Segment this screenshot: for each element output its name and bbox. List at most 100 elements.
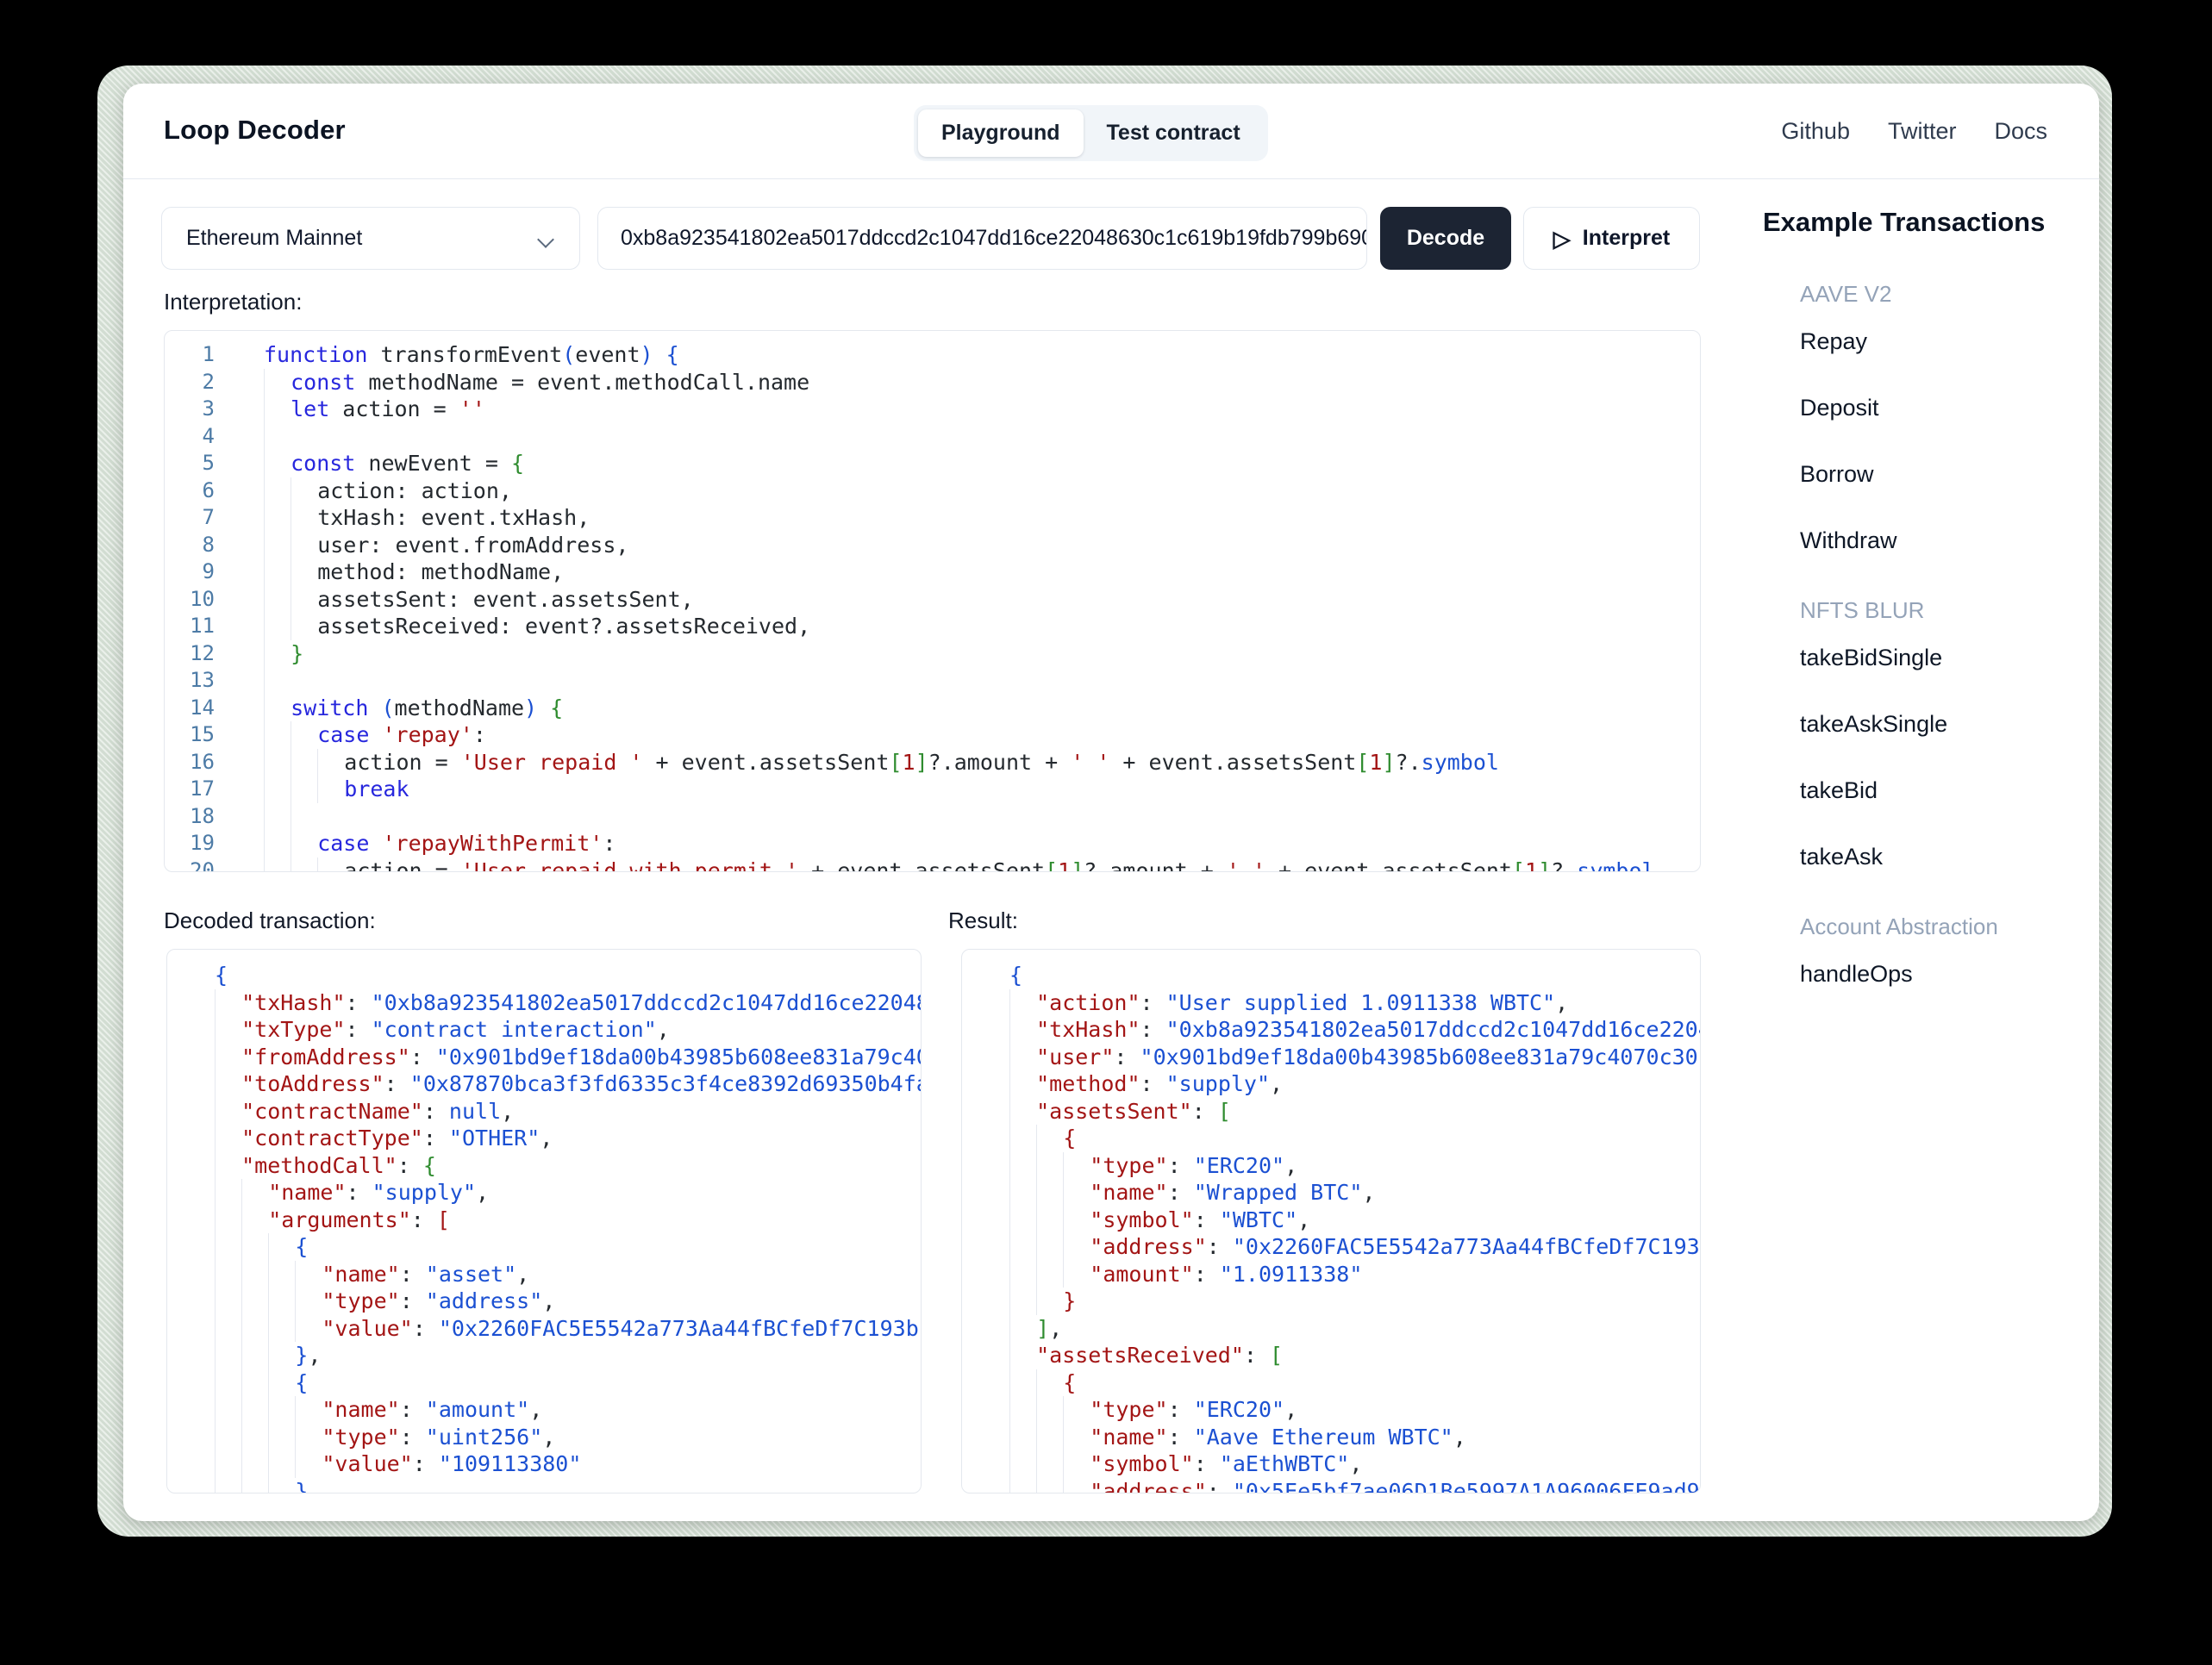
line-number: 16 <box>190 749 215 774</box>
mode-tabs: Playground Test contract <box>914 105 1268 161</box>
json-line: { <box>167 1369 921 1396</box>
json-line: "symbol": "WBTC", <box>962 1206 1700 1233</box>
app-title: Loop Decoder <box>164 115 346 145</box>
json-line: "assetsSent": [ <box>962 1097 1700 1125</box>
line-number: 20 <box>190 857 215 872</box>
json-line: "action": "User supplied 1.0911338 WBTC"… <box>962 988 1700 1016</box>
json-line: "txHash": "0xb8a923541802ea5017ddccd2c10… <box>167 988 921 1016</box>
code-line: 17 break <box>165 776 1700 803</box>
json-line: "name": "asset", <box>167 1260 921 1288</box>
tab-playground[interactable]: Playground <box>918 109 1084 157</box>
code-line: 11 assetsReceived: event?.assetsReceived… <box>165 613 1700 640</box>
interpretation-code-lines: 1 function transformEvent(event) {2 const… <box>165 331 1700 871</box>
nav-link-github[interactable]: Github <box>1781 118 1850 145</box>
json-line: "fromAddress": "0x901bd9ef18da00b43985b6… <box>167 1043 921 1070</box>
nav-link-docs[interactable]: Docs <box>1994 118 2047 145</box>
code-line: 18 <box>165 802 1700 830</box>
json-line: "toAddress": "0x87870bca3f3fd6335c3f4ce8… <box>167 1070 921 1098</box>
code-line: 16 action = 'User repaid ' + event.asset… <box>165 748 1700 776</box>
tab-test-contract[interactable]: Test contract <box>1084 109 1264 157</box>
line-number: 13 <box>190 668 215 692</box>
chevron-down-icon <box>538 230 555 247</box>
code-line: 3 let action = '' <box>165 396 1700 423</box>
json-line: { <box>167 1233 921 1261</box>
decoded-transaction-panel[interactable]: { "txHash": "0xb8a923541802ea5017ddccd2c… <box>166 949 922 1494</box>
line-number: 15 <box>190 722 215 746</box>
line-number: 5 <box>202 451 215 475</box>
network-select[interactable]: Ethereum Mainnet <box>161 207 580 270</box>
json-line: "txHash": "0xb8a923541802ea5017ddccd2c10… <box>962 1016 1700 1044</box>
line-number: 10 <box>190 586 215 611</box>
sidebar-item-takebidsingle[interactable]: takeBidSingle <box>1800 645 2090 671</box>
code-line: 2 const methodName = event.methodCall.na… <box>165 368 1700 396</box>
code-line: 19 case 'repayWithPermit': <box>165 830 1700 857</box>
sidebar-title: Example Transactions <box>1763 207 2046 237</box>
decoded-transaction-lines: { "txHash": "0xb8a923541802ea5017ddccd2c… <box>167 950 921 1493</box>
app-header: Loop Decoder Playground Test contract Git… <box>123 84 2099 179</box>
json-line: { <box>962 1125 1700 1152</box>
line-number: 18 <box>190 803 215 828</box>
json-line: "assetsReceived": [ <box>962 1342 1700 1369</box>
json-line: "name": "Wrapped BTC", <box>962 1179 1700 1207</box>
line-number: 14 <box>190 695 215 720</box>
json-line: "address": "0x5Ee5bf7ae06D1Be5997A1A9600… <box>962 1477 1700 1493</box>
code-line: 14 switch (methodName) { <box>165 694 1700 721</box>
decode-button[interactable]: Decode <box>1380 207 1511 270</box>
sidebar-item-withdraw[interactable]: Withdraw <box>1800 527 2090 554</box>
code-line: 8 user: event.fromAddress, <box>165 531 1700 558</box>
sidebar-item-takebid[interactable]: takeBid <box>1800 777 2090 804</box>
sidebar-item-takeasksingle[interactable]: takeAskSingle <box>1800 711 2090 738</box>
json-line: "contractType": "OTHER", <box>167 1125 921 1152</box>
sidebar-item-takeask[interactable]: takeAsk <box>1800 844 2090 870</box>
json-line: "address": "0x2260FAC5E5542a773Aa44fBCfe… <box>962 1233 1700 1261</box>
sidebar-item-handleops[interactable]: handleOps <box>1800 961 2090 988</box>
line-number: 4 <box>202 423 215 448</box>
json-line: "value": "0x2260FAC5E5542a773Aa44fBCfeDf… <box>167 1314 921 1342</box>
json-line: "symbol": "aEthWBTC", <box>962 1450 1700 1478</box>
code-line: 12 } <box>165 639 1700 667</box>
sidebar-section-nfts-blur: NFTS BLUR <box>1800 597 1925 623</box>
code-line: 10 assetsSent: event.assetsSent, <box>165 585 1700 613</box>
line-number: 6 <box>202 477 215 502</box>
json-line: { <box>1009 963 1023 988</box>
example-transactions-sidebar: Example Transactions AAVE V2 Repay Deposit… <box>1763 207 2090 1027</box>
result-panel[interactable]: { "action": "User supplied 1.0911338 WBT… <box>961 949 1701 1494</box>
line-number: 12 <box>190 640 215 665</box>
app-card: Loop Decoder Playground Test contract Git… <box>123 84 2099 1521</box>
sidebar-sections: AAVE V2 Repay Deposit Borrow Withdraw NFTS BL… <box>1763 281 2090 988</box>
sidebar-item-repay[interactable]: Repay <box>1800 328 2090 355</box>
sidebar-item-deposit[interactable]: Deposit <box>1800 395 2090 421</box>
json-line: "type": "ERC20", <box>962 1396 1700 1424</box>
json-line: "name": "amount", <box>167 1396 921 1424</box>
line-number: 17 <box>190 776 215 801</box>
line-number: 2 <box>202 369 215 394</box>
result-label: Result: <box>948 907 1018 933</box>
line-number: 9 <box>202 559 215 583</box>
nav-link-twitter[interactable]: Twitter <box>1888 118 1957 145</box>
line-number: 1 <box>202 342 215 366</box>
code-line: 13 <box>165 667 1700 695</box>
json-line: "type": "ERC20", <box>962 1151 1700 1179</box>
sidebar-section-account-abstraction: Account Abstraction <box>1800 914 1998 939</box>
code-line: 1 function transformEvent(event) { <box>165 341 1700 369</box>
code-line: 4 <box>165 422 1700 450</box>
json-line: }, <box>167 1342 921 1369</box>
tx-hash-value: 0xb8a923541802ea5017ddccd2c1047dd16ce220… <box>621 226 1367 250</box>
interpretation-code-editor[interactable]: 1 function transformEvent(event) {2 const… <box>164 330 1701 872</box>
code-line: 6 action: action, <box>165 477 1700 504</box>
line-number: 8 <box>202 532 215 557</box>
interpret-button[interactable]: ▷ Interpret <box>1523 207 1700 270</box>
result-lines: { "action": "User supplied 1.0911338 WBT… <box>962 950 1700 1493</box>
line-number: 3 <box>202 396 215 421</box>
json-line: "value": "109113380" <box>167 1450 921 1478</box>
json-line: ], <box>962 1314 1700 1342</box>
sidebar-item-borrow[interactable]: Borrow <box>1800 461 2090 488</box>
interpretation-label: Interpretation: <box>164 289 303 315</box>
json-line: "type": "uint256", <box>167 1423 921 1450</box>
json-line: "name": "supply", <box>167 1179 921 1207</box>
tx-hash-input[interactable]: 0xb8a923541802ea5017ddccd2c1047dd16ce220… <box>597 207 1367 270</box>
json-line: "method": "supply", <box>962 1070 1700 1098</box>
line-number: 7 <box>202 505 215 529</box>
json-line: { <box>215 963 228 988</box>
code-line: 15 case 'repay': <box>165 721 1700 749</box>
